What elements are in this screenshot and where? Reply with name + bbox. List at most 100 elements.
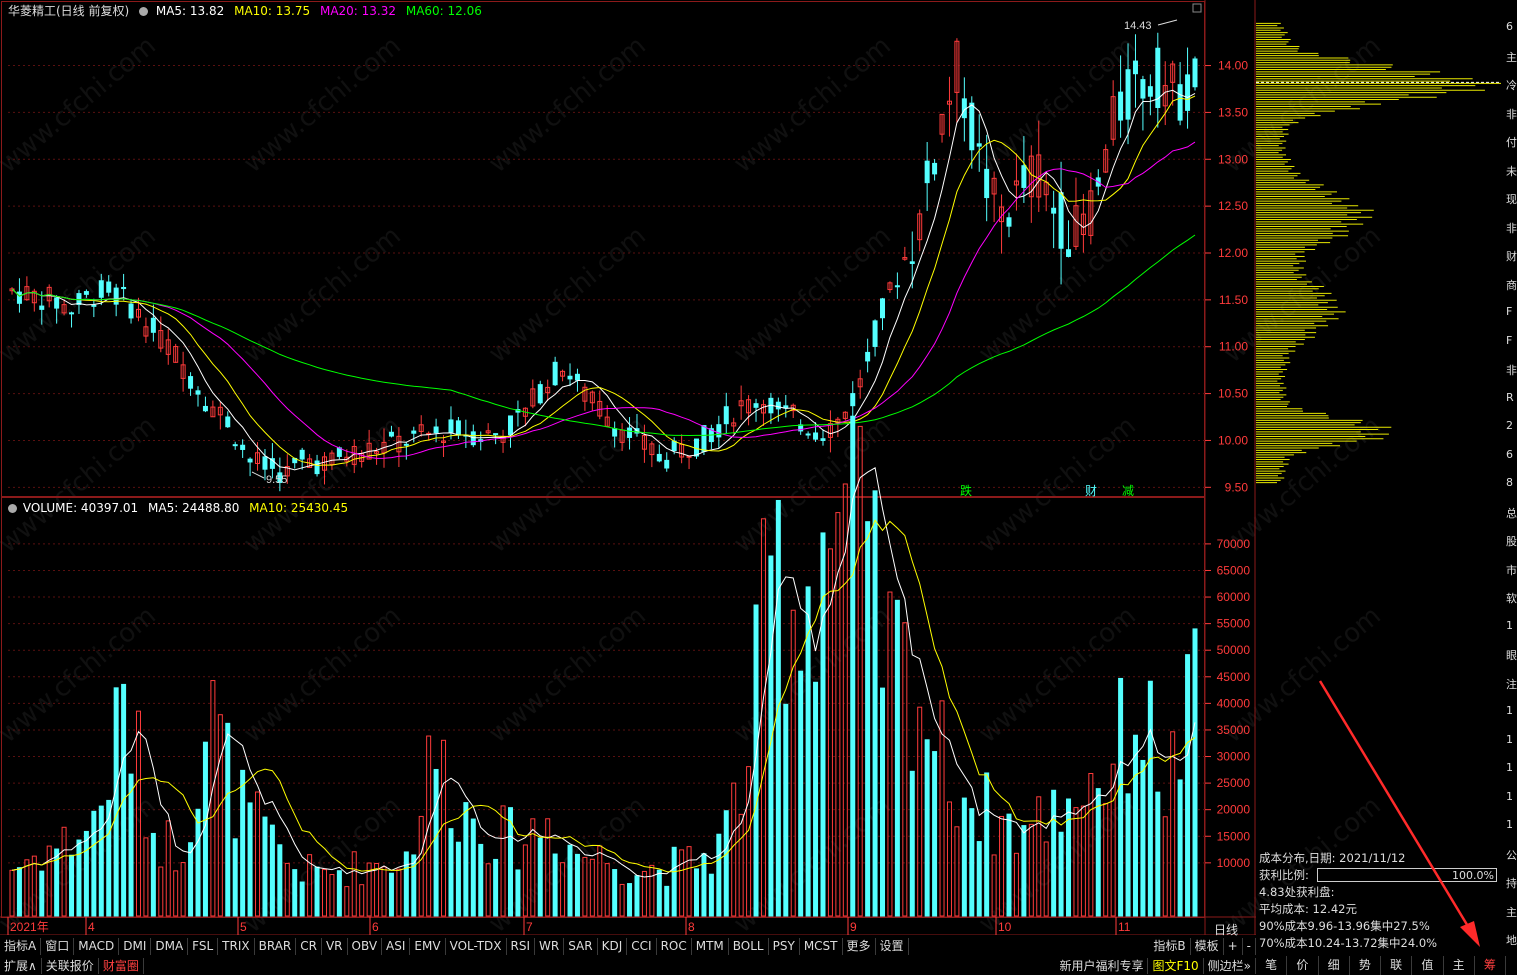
volume-label: VOLUME: 40397.01	[22, 501, 139, 515]
kline-chart[interactable]: 14.00 13.50 13.00 12.50 12.00 11.50 11.00 10.50…	[0, 0, 1256, 935]
volume-bar	[433, 768, 439, 917]
indicator-tab[interactable]: 窗口	[41, 938, 75, 955]
candle-body	[76, 293, 82, 305]
volume-bar	[113, 687, 119, 917]
indicator-tab[interactable]: MCST	[800, 938, 843, 955]
circle-icon[interactable]	[139, 7, 149, 16]
right-panel-tab[interactable]: 价	[1287, 956, 1319, 975]
indicator-tab[interactable]: 指标A	[0, 938, 42, 955]
volume-bars	[9, 415, 1198, 917]
side-info-strip: 6主冷非付未现非财商FF非R268总股市软1眼注11111公持主地	[1506, 0, 1517, 975]
side-char: 8	[1506, 476, 1513, 489]
volume-bar	[411, 854, 417, 917]
side-char: 商	[1506, 278, 1517, 292]
candle-body	[39, 305, 45, 310]
side-char: 主	[1506, 50, 1517, 64]
ma20-label: MA20: 13.32	[319, 4, 397, 18]
indicator-tab[interactable]: FSL	[188, 938, 219, 955]
volume-bar	[850, 415, 856, 917]
price-tick-label: 10.00	[1218, 433, 1248, 447]
indicator-tab[interactable]: OBV	[348, 938, 383, 955]
volume-bar	[493, 858, 499, 917]
volume-bar	[649, 864, 655, 917]
volume-bar	[634, 875, 640, 917]
indicator-tab[interactable]: MTM	[692, 938, 729, 955]
indicator-tab[interactable]: 设置	[876, 938, 909, 955]
period-label[interactable]: 日线	[1214, 921, 1238, 938]
indicator-tab[interactable]: WR	[535, 938, 565, 955]
candle-body	[664, 459, 670, 469]
indicator-right-tab[interactable]: +	[1224, 938, 1243, 955]
candles	[9, 32, 1198, 492]
bottom-right-link[interactable]: 图文F10	[1148, 958, 1204, 974]
price-header: 华菱精工(日线 前复权) MA5: 13.82 MA10: 13.75 MA20…	[8, 2, 488, 19]
candle-body	[1058, 192, 1064, 249]
volume-bar	[664, 885, 670, 917]
indicator-tab[interactable]: DMI	[119, 938, 152, 955]
bottom-tab[interactable]: 财富圈	[99, 958, 144, 974]
indicator-tab[interactable]: CCI	[627, 938, 657, 955]
bottom-tab[interactable]: 扩展∧	[0, 958, 42, 974]
right-panel-tab[interactable]: 值	[1412, 956, 1444, 975]
candle-body	[240, 444, 246, 450]
indicator-tab[interactable]: DMA	[151, 938, 189, 955]
volume-bar	[612, 869, 618, 917]
side-char: 非	[1506, 364, 1517, 377]
bottom-right-link[interactable]: 新用户福利专享	[1055, 958, 1149, 974]
indicator-tab[interactable]: SAR	[564, 938, 598, 955]
indicator-right-tab[interactable]: 模板	[1191, 938, 1224, 955]
indicator-tab[interactable]: KDJ	[598, 938, 628, 955]
volume-bar	[217, 714, 223, 917]
candle-body	[1021, 165, 1027, 188]
price-tick-label: 11.00	[1219, 340, 1248, 354]
candle-body	[872, 320, 878, 347]
indicator-tab[interactable]: BRAR	[255, 938, 297, 955]
candle-body	[188, 376, 194, 389]
volume-bar	[1118, 677, 1124, 917]
volume-bar	[396, 868, 402, 917]
volume-bar	[1006, 813, 1012, 917]
candle-body	[753, 403, 759, 408]
volume-bar	[24, 859, 30, 917]
candle-body	[775, 401, 781, 410]
indicator-tab[interactable]: MACD	[74, 938, 120, 955]
indicator-tab[interactable]: ROC	[657, 938, 692, 955]
indicator-tab[interactable]: PSY	[769, 938, 800, 955]
candle-body	[820, 438, 826, 441]
circle-icon[interactable]	[8, 504, 17, 513]
side-char: 1	[1506, 618, 1513, 632]
indicator-tab[interactable]: VR	[322, 938, 348, 955]
indicator-tab[interactable]: TRIX	[218, 938, 255, 955]
indicator-tab[interactable]: CR	[296, 938, 322, 955]
volume-bar	[641, 870, 647, 917]
right-panel-tab[interactable]: 细	[1319, 956, 1350, 975]
volume-bar	[418, 815, 424, 917]
volume-bar	[403, 851, 409, 917]
side-char: 6	[1506, 20, 1513, 33]
right-panel-tab[interactable]: 主	[1444, 956, 1475, 975]
indicator-tab[interactable]: VOL-TDX	[446, 938, 507, 955]
indicator-tab[interactable]: ASI	[382, 938, 411, 955]
side-char: 持	[1506, 877, 1517, 890]
right-panel-tab[interactable]: 筹	[1475, 956, 1506, 975]
indicator-right-tab[interactable]: 指标B	[1149, 938, 1191, 955]
right-panel-tab[interactable]: 笔	[1256, 956, 1288, 975]
indicator-tab[interactable]: BOLL	[729, 938, 769, 955]
right-panel-tab[interactable]: 势	[1350, 956, 1381, 975]
indicator-tab[interactable]: EMV	[410, 938, 446, 955]
bottom-tab[interactable]: 关联报价	[42, 958, 99, 974]
indicator-tab[interactable]: 更多	[843, 938, 876, 955]
volume-bar	[321, 869, 327, 917]
event-marker: 跌	[960, 483, 972, 498]
volume-bar	[314, 866, 320, 917]
candle-body	[16, 291, 22, 304]
right-panel-tab[interactable]: 联	[1381, 956, 1413, 975]
volume-bar	[1192, 628, 1198, 917]
candle-body	[1140, 79, 1146, 99]
indicator-right-tab[interactable]: -	[1243, 938, 1256, 955]
volume-bar	[560, 862, 566, 917]
bottom-right-link[interactable]: 侧边栏»	[1204, 958, 1256, 974]
indicator-tab[interactable]: RSI	[507, 938, 536, 955]
candle-body	[1006, 217, 1012, 227]
volume-bar	[604, 863, 610, 917]
